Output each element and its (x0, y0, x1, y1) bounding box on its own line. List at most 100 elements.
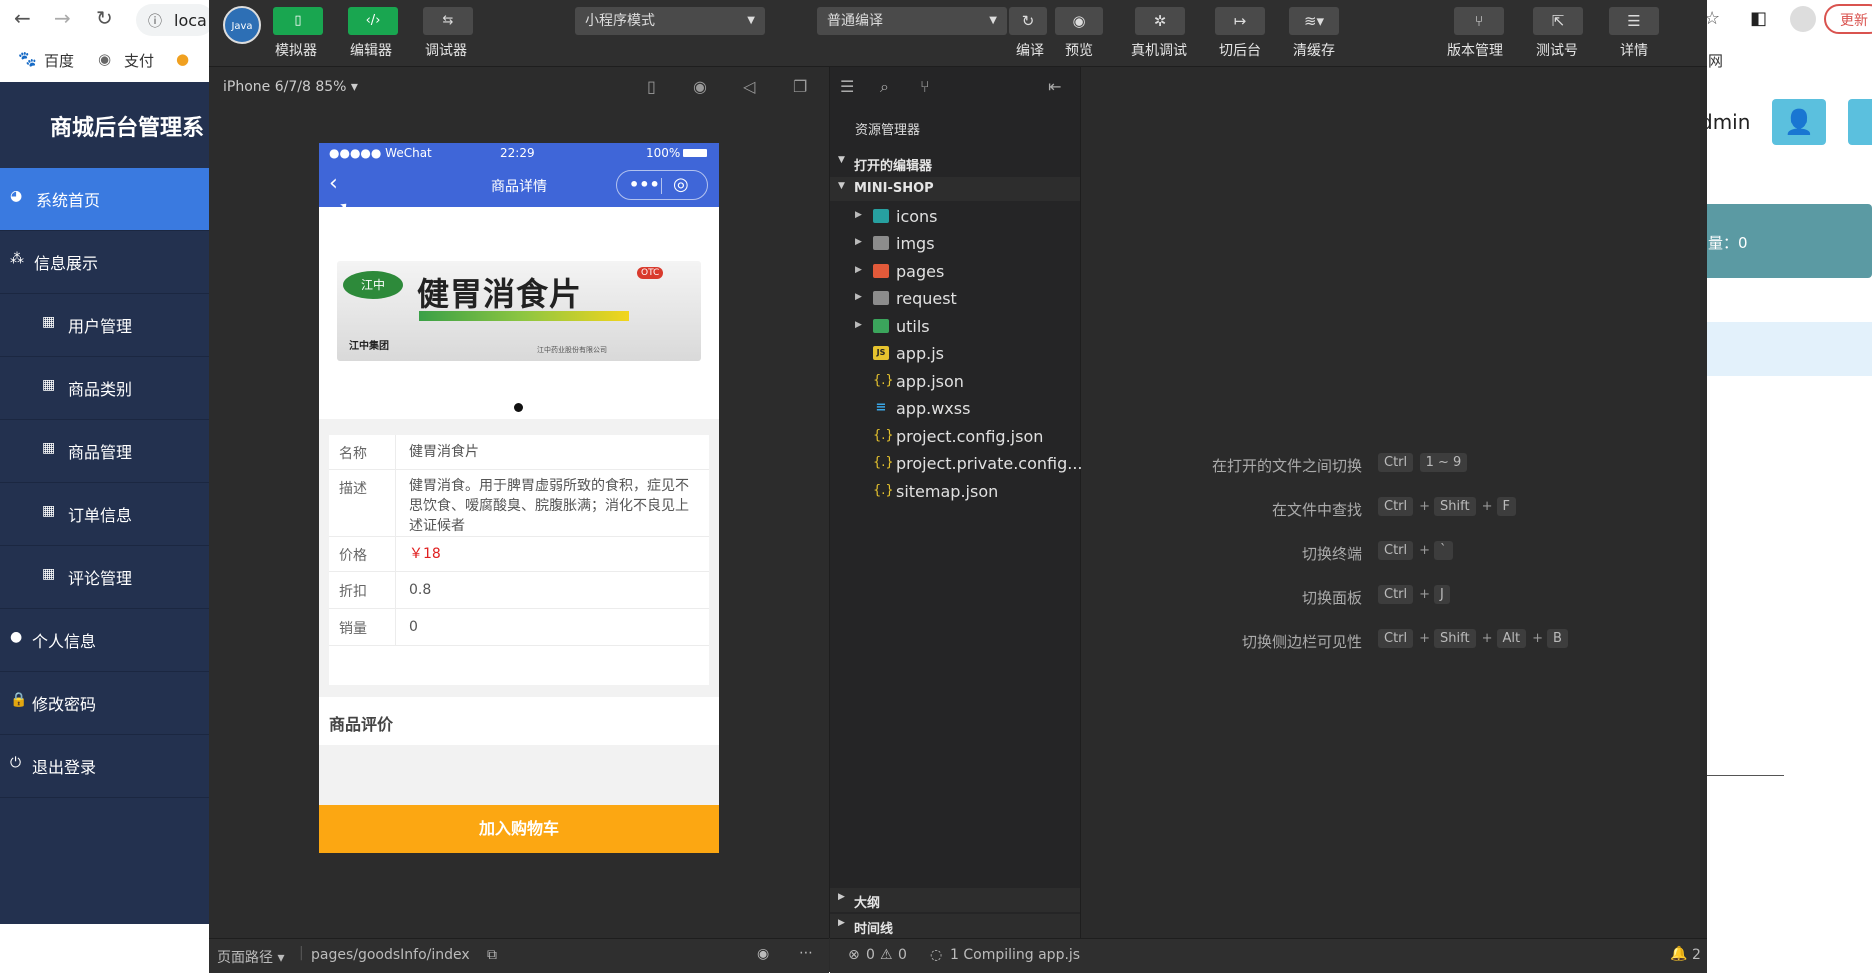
compile-button[interactable]: ↻ (1009, 7, 1047, 35)
sidebar-item-label: 退出登录 (32, 758, 97, 777)
cell-divider (395, 572, 396, 608)
simulator-toggle[interactable]: ▯ (273, 7, 323, 35)
files-icon[interactable]: ☰ (840, 77, 854, 96)
bell-icon[interactable]: 🔔 (1670, 946, 1687, 962)
address-text: loca (174, 11, 207, 30)
copy-icon[interactable]: ⧉ (487, 947, 497, 963)
device-select[interactable]: iPhone 6/7/8 85% ▾ (223, 79, 358, 95)
sidebar-item-categories[interactable]: ▦ 商品类别 (0, 357, 210, 420)
details-button[interactable]: ☰ (1609, 7, 1659, 35)
cell-divider (395, 470, 396, 536)
error-icon[interactable]: ⊗ (848, 947, 860, 963)
devtools-status-bar: ⊗ 0 ⚠ 0 ◌ 1 Compiling app.js 🔔 2 (830, 938, 1707, 973)
address-bar[interactable]: ⓘ loca (136, 4, 214, 36)
tree-folder-utils[interactable]: ▶ utils (830, 314, 1080, 341)
page-path-select[interactable]: 页面路径 ▾ (217, 947, 284, 967)
key: F (1496, 497, 1516, 516)
review-title: 商品评价 (329, 715, 394, 734)
timeline-section[interactable]: ▶ 时间线 (830, 914, 1080, 938)
profile-icon[interactable] (1790, 6, 1816, 32)
sidebar-item-profile[interactable]: ● 个人信息 (0, 609, 210, 672)
grid-icon: ▦ (42, 377, 56, 393)
tree-file-app-js[interactable]: JS app.js (830, 341, 1080, 368)
key: Ctrl (1378, 629, 1414, 648)
mode-select[interactable]: 小程序模式 ▼ (575, 7, 765, 35)
sidebar-item-logout[interactable]: ⏻ 退出登录 (0, 735, 210, 798)
tree-file-project-private-config[interactable]: {.} project.private.config... (830, 451, 1083, 478)
cell-divider (395, 609, 396, 645)
tree-file-app-json[interactable]: {.} app.json (830, 369, 1080, 396)
admin-title-bar: 商城后台管理系 (0, 82, 210, 168)
product-maker: 江中药业股份有限公司 (537, 346, 607, 354)
real-debug-button[interactable]: ✲ (1135, 7, 1185, 35)
project-section[interactable]: ▼ MINI-SHOP (830, 177, 1080, 201)
outline-section[interactable]: ▶ 大纲 (830, 888, 1080, 912)
sidebar-item-label: 用户管理 (68, 317, 133, 336)
warning-icon[interactable]: ⚠ (880, 947, 893, 963)
close-mini-icon[interactable]: ◎ (673, 174, 689, 195)
editor-label: 编辑器 (350, 43, 392, 59)
tree-folder-icons[interactable]: ▶ icons (830, 204, 1080, 231)
background-button[interactable]: ↦ (1215, 7, 1265, 35)
popout-icon[interactable]: ❐ (793, 77, 807, 96)
product-banner[interactable]: 江中 健胃消食片 OTC 江中集团 江中药业股份有限公司 (319, 207, 719, 419)
back-icon[interactable]: ← (14, 6, 31, 30)
tree-folder-pages[interactable]: ▶ pages (830, 259, 1080, 286)
forward-icon[interactable]: → (54, 6, 71, 30)
open-editors-section[interactable]: ▼ 打开的编辑器 (830, 151, 1080, 175)
debugger-label: 调试器 (425, 43, 467, 59)
sidebar-item-orders[interactable]: ▦ 订单信息 (0, 483, 210, 546)
bookmark-baidu[interactable]: 百度 (44, 50, 74, 71)
user-icon: ● (10, 629, 23, 645)
debugger-toggle[interactable]: ⇆ (423, 7, 473, 35)
code-icon: ‹/› (365, 13, 381, 28)
debug-icon: ⇆ (442, 13, 454, 28)
sidepanel-icon[interactable]: ◧ (1750, 8, 1767, 29)
test-account-button[interactable]: ⇱ (1533, 7, 1583, 35)
version-button[interactable]: ⑂ (1454, 7, 1504, 35)
device-icon[interactable]: ▯ (647, 77, 656, 96)
sidebar-item-password[interactable]: 🔒 修改密码 (0, 672, 210, 735)
git-icon[interactable]: ⑂ (920, 77, 930, 96)
clear-cache-button[interactable]: ≋▾ (1289, 7, 1339, 35)
more-icon[interactable]: ⋯ (799, 945, 813, 961)
tree-file-app-wxss[interactable]: ≡ app.wxss (830, 396, 1080, 423)
collapse-panel-icon[interactable]: ⇤ (1048, 77, 1061, 96)
sidebar-item-reviews[interactable]: ▦ 评论管理 (0, 546, 210, 609)
tree-file-sitemap[interactable]: {.} sitemap.json (830, 479, 1080, 506)
preview-button[interactable]: ◉ (1055, 7, 1103, 35)
compile-select[interactable]: 普通编译 ▼ (817, 7, 1007, 35)
volume-icon[interactable]: ◁ (743, 77, 755, 96)
sidebar-item-products[interactable]: ▦ 商品管理 (0, 420, 210, 483)
editor-toggle[interactable]: ‹/› (348, 7, 398, 35)
admin-avatar[interactable]: 👤 (1772, 99, 1826, 145)
tree-folder-imgs[interactable]: ▶ imgs (830, 231, 1080, 258)
update-button[interactable]: 更新 (1824, 4, 1872, 34)
sidebar-item-users[interactable]: ▦ 用户管理 (0, 294, 210, 357)
bookmark-tail[interactable]: 网 (1708, 50, 1723, 71)
tree-file-project-config[interactable]: {.} project.config.json (830, 424, 1080, 451)
tree-label: imgs (896, 234, 935, 253)
sidebar-item-info-display[interactable]: ⁂ 信息展示 (0, 231, 210, 294)
baidu-icon: 🐾 (18, 50, 37, 68)
carousel-dot[interactable] (514, 403, 523, 412)
more-icon[interactable]: ••• (629, 175, 660, 194)
admin-action-button[interactable] (1848, 99, 1872, 145)
caret-down-icon: ▼ (989, 15, 997, 26)
sidebar-item-home[interactable]: ◕ 系统首页 (0, 168, 210, 231)
tree-label: request (896, 289, 957, 308)
tree-folder-request[interactable]: ▶ request (830, 286, 1080, 313)
tree-label: utils (896, 317, 930, 336)
search-icon[interactable]: ⌕ (880, 77, 889, 97)
info-icon: ⓘ (148, 14, 162, 30)
reload-icon[interactable]: ↻ (96, 6, 113, 30)
app-logo[interactable]: Java (223, 6, 261, 44)
eye-icon[interactable]: ◉ (757, 946, 769, 962)
info-panel (1700, 322, 1872, 376)
bookmark-pay[interactable]: 支付 (124, 50, 154, 71)
cell-divider (395, 537, 396, 571)
add-to-cart-button[interactable]: 加入购物车 (319, 805, 719, 853)
shortcut-keys: Ctrl + ` (1378, 541, 1455, 560)
record-icon[interactable]: ◉ (693, 77, 707, 96)
plus: + (1481, 631, 1493, 646)
